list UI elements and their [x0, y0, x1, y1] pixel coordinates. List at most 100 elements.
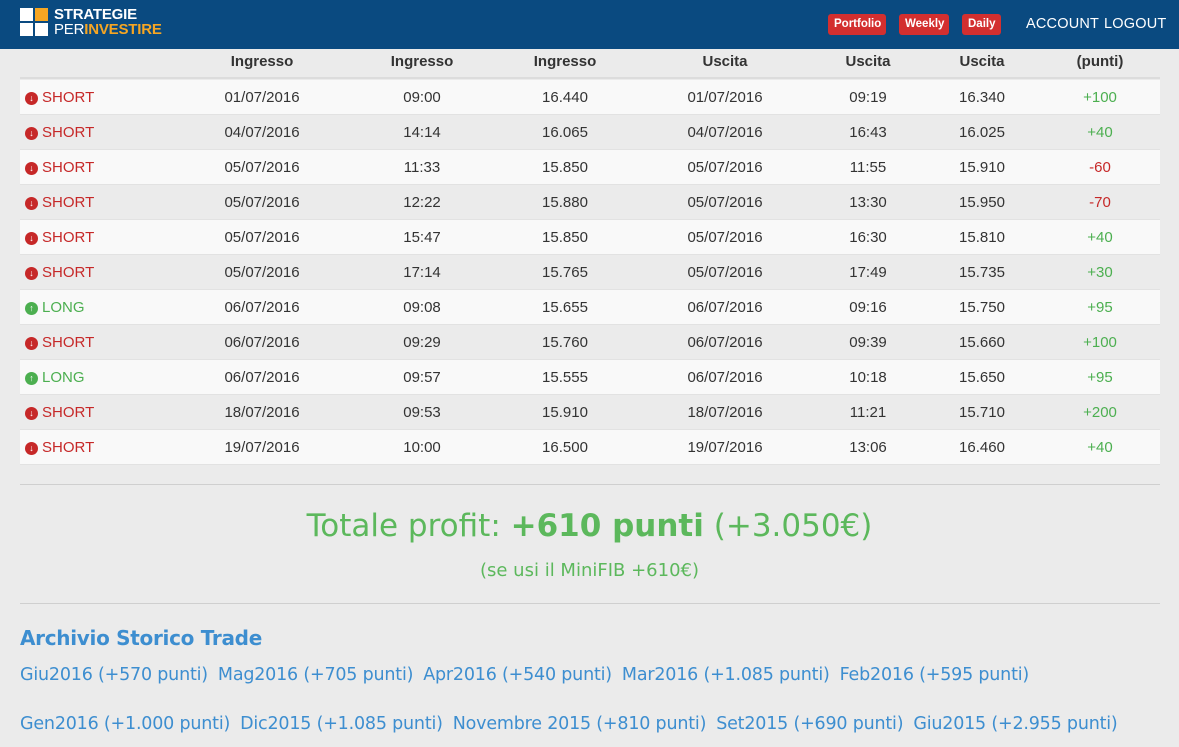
archive-month-link[interactable]: Dic2015 (+1.085 punti)	[240, 714, 443, 734]
cell-price-in: 15.655	[542, 299, 588, 316]
cell-date-in: 05/07/2016	[224, 264, 300, 281]
arrow-down-circle-icon: ↓	[25, 267, 38, 280]
table-row: ↓ SHORT 05/07/2016 11:33 15.850 05/07/2016 11:…	[20, 150, 1160, 185]
archive-month-link[interactable]: Gen2016 (+1.000 punti)	[20, 714, 230, 734]
cell-time-out: 09:39	[849, 334, 887, 351]
cell-price-in: 15.765	[542, 264, 588, 281]
cell-price-in: 15.910	[542, 404, 588, 421]
cell-time-in: 12:22	[403, 194, 441, 211]
cell-time-in: 09:29	[403, 334, 441, 351]
cell-date-in: 01/07/2016	[224, 89, 300, 106]
cell-date-out: 05/07/2016	[687, 194, 763, 211]
account-link[interactable]: ACCOUNT	[1026, 15, 1099, 33]
table-row: ↓ SHORT 04/07/2016 14:14 16.065 04/07/2016 16:…	[20, 115, 1160, 150]
cell-date-out: 01/07/2016	[687, 89, 763, 106]
cell-date-in: 19/07/2016	[224, 439, 300, 456]
cell-points: +100	[1083, 334, 1117, 351]
cell-price-out: 15.650	[959, 369, 1005, 386]
logout-link[interactable]: LOGOUT	[1104, 15, 1166, 33]
table-header: Ingresso Ingresso Ingresso Uscita Uscita…	[20, 50, 1160, 79]
archive-month-link[interactable]: Mag2016 (+705 punti)	[218, 665, 414, 685]
cell-price-in: 15.760	[542, 334, 588, 351]
cell-date-in: 04/07/2016	[224, 124, 300, 141]
cell-date-out: 06/07/2016	[687, 299, 763, 316]
cell-points: -70	[1089, 194, 1111, 211]
daily-button[interactable]: Daily	[962, 14, 1001, 35]
archive-links-row: Gen2016 (+1.000 punti) Dic2015 (+1.085 pu…	[20, 714, 1170, 734]
cell-price-in: 15.880	[542, 194, 588, 211]
archive-title: Archivio Storico Trade	[20, 626, 262, 650]
col-header-date-in: Ingresso	[230, 53, 294, 70]
cell-time-out: 13:06	[849, 439, 887, 456]
cell-points: +95	[1087, 299, 1113, 316]
site-logo[interactable]: STRATEGIE PERINVESTIRE	[20, 7, 180, 39]
archive-links-row: Giu2016 (+570 punti) Mag2016 (+705 punti)…	[20, 665, 1170, 685]
table-row: ↓ SHORT 05/07/2016 15:47 15.850 05/07/2016 16:…	[20, 220, 1160, 255]
cell-price-in: 16.500	[542, 439, 588, 456]
cell-time-out: 17:49	[849, 264, 887, 281]
arrow-up-circle-icon: ↑	[25, 372, 38, 385]
portfolio-button[interactable]: Portfolio	[828, 14, 886, 35]
cell-price-out: 16.460	[959, 439, 1005, 456]
cell-time-in: 10:00	[403, 439, 441, 456]
cell-time-out: 10:18	[849, 369, 887, 386]
cell-date-in: 05/07/2016	[224, 229, 300, 246]
cell-time-in: 14:14	[403, 124, 441, 141]
trade-direction: ↓ SHORT	[25, 124, 94, 141]
trade-direction: ↓ SHORT	[25, 89, 94, 106]
cell-time-out: 11:55	[849, 159, 887, 176]
cell-time-in: 09:08	[403, 299, 441, 316]
arrow-up-circle-icon: ↑	[25, 302, 38, 315]
cell-time-in: 17:14	[403, 264, 441, 281]
cell-date-in: 06/07/2016	[224, 299, 300, 316]
archive-month-link[interactable]: Set2015 (+690 punti)	[716, 714, 903, 734]
cell-points: +40	[1087, 229, 1113, 246]
trade-direction: ↑ LONG	[25, 369, 85, 386]
arrow-down-circle-icon: ↓	[25, 337, 38, 350]
cell-date-out: 06/07/2016	[687, 369, 763, 386]
cell-price-out: 15.910	[959, 159, 1005, 176]
cell-price-out: 15.950	[959, 194, 1005, 211]
col-header-price-out: Uscita	[959, 53, 1005, 70]
arrow-down-circle-icon: ↓	[25, 197, 38, 210]
cell-points: +100	[1083, 89, 1117, 106]
table-row: ↑ LONG 06/07/2016 09:57 15.555 06/07/2016 10:1…	[20, 360, 1160, 395]
trade-direction: ↓ SHORT	[25, 194, 94, 211]
cell-points: +95	[1087, 369, 1113, 386]
table-row: ↓ SHORT 06/07/2016 09:29 15.760 06/07/2016 09:…	[20, 325, 1160, 360]
trade-direction: ↓ SHORT	[25, 229, 94, 246]
trade-direction: ↓ SHORT	[25, 159, 94, 176]
cell-price-in: 15.850	[542, 229, 588, 246]
cell-price-out: 15.735	[959, 264, 1005, 281]
trade-direction: ↓ SHORT	[25, 264, 94, 281]
cell-time-in: 09:57	[403, 369, 441, 386]
arrow-down-circle-icon: ↓	[25, 127, 38, 140]
cell-date-out: 04/07/2016	[687, 124, 763, 141]
archive-month-link[interactable]: Mar2016 (+1.085 punti)	[622, 665, 830, 685]
cell-time-in: 09:53	[403, 404, 441, 421]
archive-month-link[interactable]: Giu2016 (+570 punti)	[20, 665, 208, 685]
cell-price-out: 15.710	[959, 404, 1005, 421]
cell-time-out: 09:19	[849, 89, 887, 106]
trade-direction: ↓ SHORT	[25, 404, 94, 421]
cell-date-in: 18/07/2016	[224, 404, 300, 421]
table-row: ↓ SHORT 18/07/2016 09:53 15.910 18/07/2016 11:…	[20, 395, 1160, 430]
archive-month-link[interactable]: Apr2016 (+540 punti)	[423, 665, 612, 685]
logo-grid-icon	[20, 8, 48, 36]
col-header-time-out: Uscita	[845, 53, 891, 70]
cell-points: +40	[1087, 124, 1113, 141]
weekly-button[interactable]: Weekly	[899, 14, 949, 35]
archive-month-link[interactable]: Giu2015 (+2.955 punti)	[913, 714, 1117, 734]
cell-date-in: 05/07/2016	[224, 159, 300, 176]
archive-month-link[interactable]: Feb2016 (+595 punti)	[840, 665, 1030, 685]
arrow-down-circle-icon: ↓	[25, 232, 38, 245]
divider	[20, 603, 1160, 604]
trades-table-body: ↓ SHORT 01/07/2016 09:00 16.440 01/07/2016 09:…	[20, 80, 1160, 465]
cell-time-out: 13:30	[849, 194, 887, 211]
cell-points: -60	[1089, 159, 1111, 176]
cell-date-out: 05/07/2016	[687, 159, 763, 176]
arrow-down-circle-icon: ↓	[25, 162, 38, 175]
cell-time-out: 16:30	[849, 229, 887, 246]
archive-month-link[interactable]: Novembre 2015 (+810 punti)	[453, 714, 707, 734]
divider	[20, 484, 1160, 485]
